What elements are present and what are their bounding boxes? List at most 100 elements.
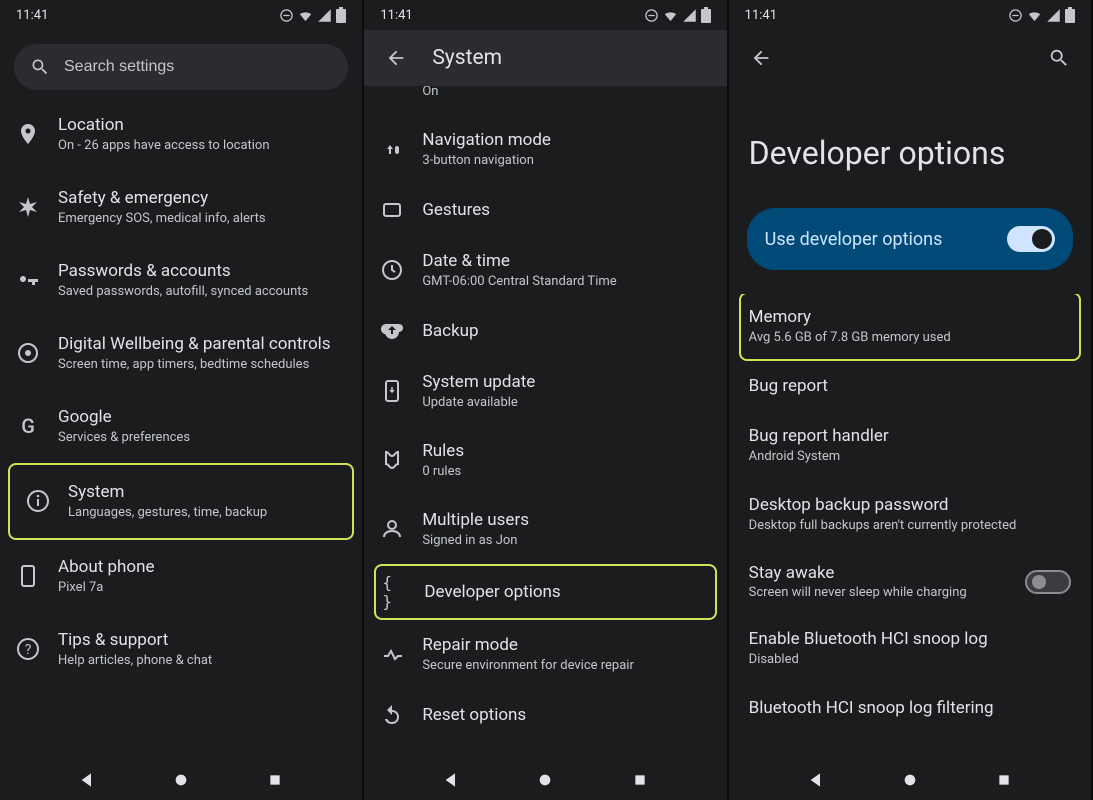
system-item-reset[interactable]: Reset options: [364, 689, 726, 741]
item-title: Developer options: [424, 581, 708, 603]
nav-home[interactable]: [522, 767, 568, 793]
dev-item-bt-filter[interactable]: Bluetooth HCI snoop log filtering: [729, 683, 1091, 733]
status-bar: 11:41: [729, 0, 1091, 30]
dev-item-stay-awake[interactable]: Stay awakeScreen will never sleep while …: [729, 549, 1091, 614]
status-time: 11:41: [745, 8, 777, 23]
signal-icon: [317, 8, 332, 23]
dev-item-bughandler[interactable]: Bug report handler Android System: [729, 411, 1091, 480]
item-title: Multiple users: [422, 509, 710, 531]
item-subtitle: Saved passwords, autofill, synced accoun…: [58, 284, 346, 301]
dev-item-backup-pw[interactable]: Desktop backup passwordDesktop full back…: [729, 480, 1091, 549]
info-icon: [26, 489, 50, 513]
system-item-users[interactable]: Multiple users Signed in as Jon: [364, 495, 726, 564]
asterisk-icon: [16, 195, 40, 219]
nav-recent[interactable]: [252, 767, 298, 793]
system-item-developer[interactable]: { } Developer options: [374, 564, 716, 620]
developer-panel: 11:41 Developer options Use developer op…: [729, 0, 1093, 800]
settings-item-passwords[interactable]: Passwords & accountsSaved passwords, aut…: [0, 244, 362, 317]
search-bar[interactable]: [14, 44, 348, 90]
nav-home[interactable]: [887, 767, 933, 793]
item-subtitle: GMT-06:00 Central Standard Time: [422, 274, 710, 291]
signal-icon: [1046, 8, 1061, 23]
item-title: About phone: [58, 556, 346, 578]
item-subtitle: Pixel 7a: [58, 580, 346, 597]
search-input[interactable]: [64, 58, 332, 76]
item-title: Rules: [422, 440, 710, 462]
status-icons: [1008, 7, 1075, 23]
reset-icon: [380, 703, 404, 727]
dnd-icon: [644, 8, 659, 23]
item-title: Bug report handler: [749, 425, 1075, 447]
dev-item-bugreport[interactable]: Bug report: [729, 361, 1091, 411]
settings-item-system[interactable]: SystemLanguages, gestures, time, backup: [8, 463, 354, 540]
nav-back[interactable]: [428, 767, 474, 793]
system-item-gestures[interactable]: Gestures: [364, 184, 726, 236]
item-title: Backup: [422, 320, 710, 342]
settings-item-about[interactable]: About phone Pixel 7a: [0, 540, 362, 613]
item-title: Bug report: [749, 375, 1075, 397]
nav-recent[interactable]: [981, 767, 1027, 793]
item-subtitle: Help articles, phone & chat: [58, 653, 346, 670]
battery-icon: [1065, 7, 1075, 23]
system-item-repair[interactable]: Repair modeSecure environment for device…: [364, 620, 726, 689]
toggle-label: Use developer options: [765, 229, 943, 250]
system-item-rules[interactable]: Rules 0 rules: [364, 426, 726, 495]
system-panel: 11:41 System On Navigation mode3-button …: [364, 0, 728, 800]
nav-recent[interactable]: [617, 767, 663, 793]
nav-back[interactable]: [64, 767, 110, 793]
settings-item-tips[interactable]: ? Tips & supportHelp articles, phone & c…: [0, 613, 362, 686]
status-bar: 11:41: [364, 0, 726, 30]
stay-awake-switch[interactable]: [1025, 570, 1071, 594]
nav-home[interactable]: [158, 767, 204, 793]
back-button[interactable]: [741, 38, 781, 78]
item-title: Google: [58, 406, 346, 428]
signal-icon: [682, 8, 697, 23]
key-icon: [16, 268, 40, 292]
status-time: 11:41: [380, 8, 412, 23]
use-developer-toggle-row[interactable]: Use developer options: [747, 208, 1073, 270]
system-item-navigation[interactable]: Navigation mode3-button navigation: [364, 115, 726, 184]
item-subtitle: 0 rules: [422, 464, 710, 481]
status-icons: [279, 7, 346, 23]
phone-icon: [16, 564, 40, 588]
system-item-backup[interactable]: Backup: [364, 305, 726, 357]
page-title: Developer options: [729, 86, 1091, 208]
location-icon: [16, 122, 40, 146]
item-subtitle: Avg 5.6 GB of 7.8 GB memory used: [749, 330, 1069, 347]
item-subtitle: Disabled: [749, 652, 1075, 669]
dev-item-memory[interactable]: MemoryAvg 5.6 GB of 7.8 GB memory used: [739, 294, 1081, 361]
system-item-cutoff[interactable]: On: [364, 86, 726, 115]
search-icon: [30, 57, 50, 77]
nav-back[interactable]: [793, 767, 839, 793]
braces-icon: { }: [382, 573, 406, 611]
item-subtitle: Signed in as Jon: [422, 533, 710, 550]
settings-item-location[interactable]: LocationOn - 26 apps have access to loca…: [0, 98, 362, 171]
back-button[interactable]: [376, 38, 416, 78]
settings-item-google[interactable]: G GoogleServices & preferences: [0, 390, 362, 463]
clock-icon: [380, 258, 404, 282]
status-bar: 11:41: [0, 0, 362, 30]
developer-switch[interactable]: [1007, 226, 1055, 252]
item-subtitle: Secure environment for device repair: [422, 658, 710, 675]
settings-item-wellbeing[interactable]: Digital Wellbeing & parental controls Scr…: [0, 317, 362, 390]
wellbeing-icon: [16, 341, 40, 365]
wifi-icon: [663, 8, 678, 23]
nav-bar: [364, 760, 726, 800]
item-title: Digital Wellbeing & parental controls: [58, 333, 346, 355]
item-subtitle: Desktop full backups aren't currently pr…: [749, 518, 1075, 535]
system-item-datetime[interactable]: Date & timeGMT-06:00 Central Standard Ti…: [364, 236, 726, 305]
dev-item-bt-snoop[interactable]: Enable Bluetooth HCI snoop logDisabled: [729, 614, 1091, 683]
system-item-update[interactable]: System updateUpdate available: [364, 357, 726, 426]
item-title: System: [68, 481, 336, 503]
status-icons: [644, 7, 711, 23]
gesture-icon: [380, 137, 404, 161]
item-subtitle: Screen time, app timers, bedtime schedul…: [58, 357, 346, 374]
settings-list: LocationOn - 26 apps have access to loca…: [0, 98, 362, 760]
item-title: System update: [422, 371, 710, 393]
item-subtitle: Android System: [749, 449, 1075, 466]
nav-bar: [729, 760, 1091, 800]
item-title: Navigation mode: [422, 129, 710, 151]
settings-item-safety[interactable]: Safety & emergencyEmergency SOS, medical…: [0, 171, 362, 244]
item-title: Tips & support: [58, 629, 346, 651]
search-button[interactable]: [1039, 38, 1079, 78]
